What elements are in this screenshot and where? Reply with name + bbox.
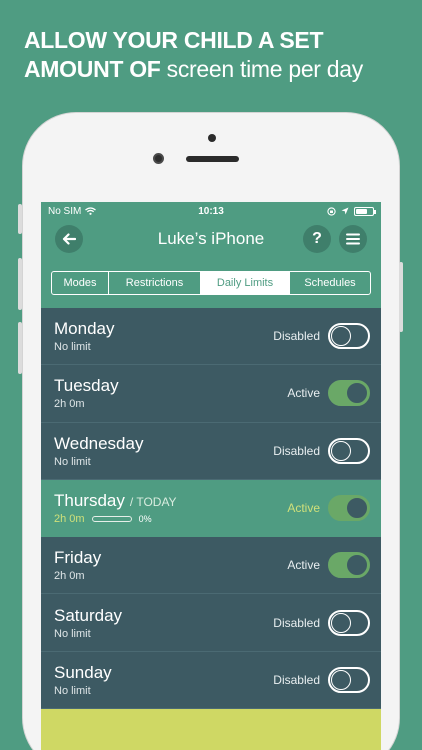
limit-value: 2h 0m [54, 398, 85, 411]
day-name: Saturday [54, 605, 123, 625]
limit-toggle[interactable] [328, 609, 370, 636]
day-name: Thursday [54, 491, 125, 511]
tab-restrictions[interactable]: Restrictions [109, 272, 201, 294]
limit-toggle[interactable] [328, 495, 370, 522]
tab-daily-limits[interactable]: Daily Limits [201, 272, 290, 294]
nav-bar: Luke’s iPhone ? [41, 220, 381, 258]
promo-headline: ALLOW YOUR CHILD A SET AMOUNT OF screen … [24, 26, 422, 84]
headline-light: screen time per day [166, 56, 364, 82]
tab-schedules[interactable]: Schedules [290, 272, 370, 294]
wifi-icon [85, 207, 97, 215]
today-tag: / TODAY [129, 495, 177, 510]
help-icon: ? [312, 230, 322, 247]
limit-value: No limit [54, 455, 91, 468]
carrier-label: No SIM [48, 205, 82, 217]
status-bar: No SIM 10:13 [41, 202, 381, 220]
tab-modes[interactable]: Modes [52, 272, 109, 294]
limit-value: No limit [54, 341, 91, 354]
day-row-wednesday[interactable]: Wednesday No limit Disabled [41, 422, 381, 480]
rotation-lock-icon [327, 206, 336, 216]
limit-toggle[interactable] [328, 380, 370, 407]
day-row-saturday[interactable]: Saturday No limit Disabled [41, 594, 381, 652]
limit-value: No limit [54, 627, 91, 640]
battery-icon [354, 206, 376, 216]
limit-toggle[interactable] [328, 666, 370, 693]
day-row-thursday[interactable]: Thursday / TODAY 2h 0m 0% Active [41, 479, 381, 538]
usage-percent: 0% [138, 514, 152, 525]
power-button [399, 262, 403, 332]
earpiece-speaker [186, 156, 239, 162]
limit-value: 2h 0m [54, 570, 85, 583]
status-label: Active [287, 386, 320, 401]
day-name: Tuesday [54, 376, 119, 396]
limit-toggle[interactable] [328, 437, 370, 464]
day-name: Sunday [54, 662, 112, 682]
segmented-control: Modes Restrictions Daily Limits Schedule… [51, 271, 371, 295]
segmented-tabs-bar: Modes Restrictions Daily Limits Schedule… [41, 258, 381, 308]
limit-value: No limit [54, 684, 91, 697]
day-name: Friday [54, 548, 102, 568]
status-label: Active [287, 501, 320, 516]
day-row-tuesday[interactable]: Tuesday 2h 0m Active [41, 365, 381, 423]
menu-button[interactable] [339, 225, 367, 253]
hamburger-menu-icon [346, 233, 360, 245]
status-label: Disabled [273, 329, 320, 344]
day-row-sunday[interactable]: Sunday No limit Disabled [41, 651, 381, 710]
limit-toggle[interactable] [328, 552, 370, 579]
day-name: Monday [54, 319, 115, 339]
status-label: Disabled [273, 615, 320, 630]
back-arrow-icon [62, 233, 76, 245]
day-row-friday[interactable]: Friday 2h 0m Active [41, 537, 381, 595]
status-label: Disabled [273, 672, 320, 687]
bottom-action-bar[interactable] [41, 709, 381, 750]
limit-value: 2h 0m [54, 513, 85, 526]
front-camera [153, 153, 164, 164]
volume-up-button [18, 258, 22, 310]
volume-down-button [18, 322, 22, 374]
limit-toggle[interactable] [328, 323, 370, 350]
status-label: Active [287, 558, 320, 573]
day-name: Wednesday [54, 433, 144, 453]
app-screen: No SIM 10:13 Luke’s iPhone ? Modes Restr… [41, 202, 381, 750]
status-label: Disabled [273, 443, 320, 458]
day-row-monday[interactable]: Monday No limit Disabled [41, 308, 381, 366]
proximity-sensor [208, 134, 216, 142]
usage-progress-bar [91, 516, 132, 523]
help-button[interactable]: ? [303, 225, 331, 253]
mute-switch [18, 204, 22, 234]
daily-limits-list: Monday No limit Disabled Tuesday 2h 0m A… [41, 308, 381, 710]
location-arrow-icon [341, 207, 349, 215]
back-button[interactable] [55, 225, 83, 253]
